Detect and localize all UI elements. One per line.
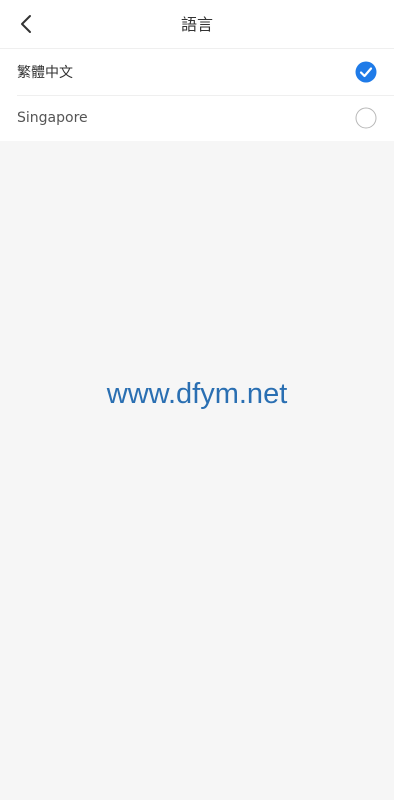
page-title: 語言: [180, 15, 213, 34]
language-list: 繁體中文 Singapore: [0, 49, 394, 141]
language-option-singapore[interactable]: Singapore: [0, 95, 394, 141]
unselected-radio-icon: [355, 107, 377, 129]
language-label: 繁體中文: [17, 65, 73, 81]
language-option-traditional-chinese[interactable]: 繁體中文: [0, 49, 394, 95]
top-bar: 語言: [0, 0, 394, 49]
selected-check-icon: [355, 61, 377, 83]
language-label: Singapore: [17, 110, 88, 126]
watermark-text: www.dfym.net: [106, 378, 288, 410]
